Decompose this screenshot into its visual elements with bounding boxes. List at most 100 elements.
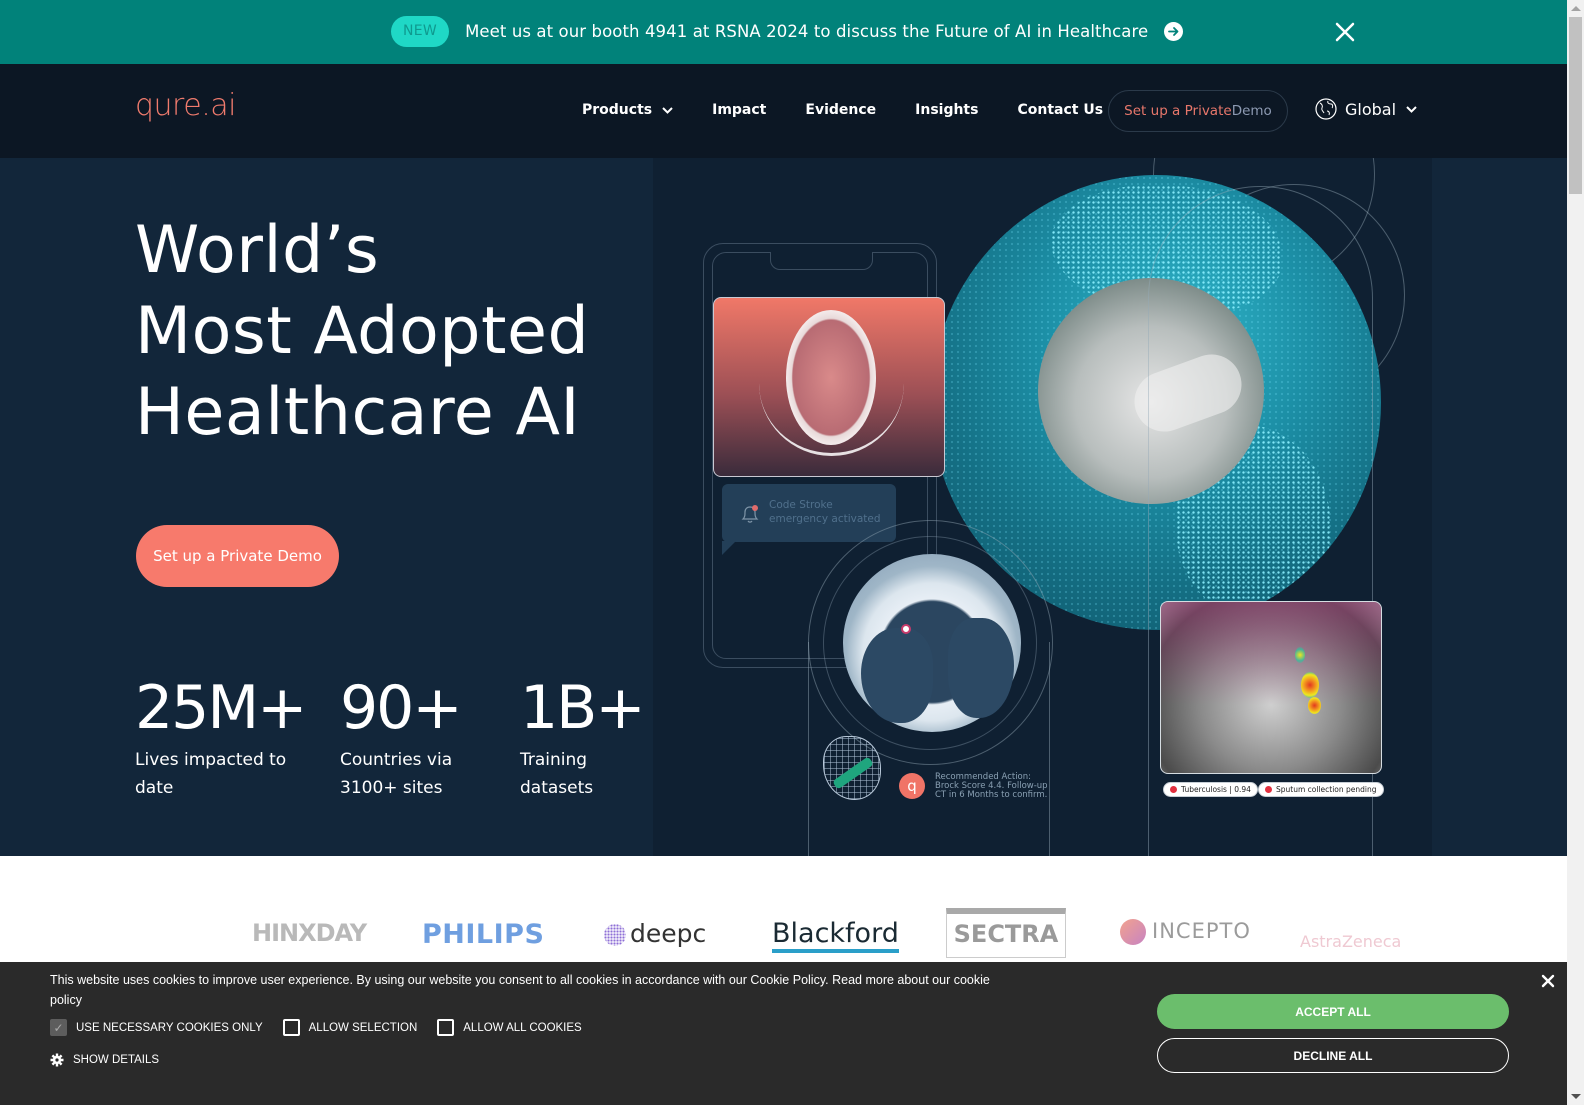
- allow-all-option[interactable]: ALLOW ALL COOKIES: [437, 1019, 582, 1036]
- nav-links: Products Impact Evidence Insights Contac…: [582, 102, 1142, 118]
- necessary-cookies-checkbox[interactable]: ✓: [50, 1019, 67, 1036]
- arrow-right-circle-icon[interactable]: [1164, 22, 1184, 41]
- chest-xray-card: [1160, 601, 1382, 774]
- tb-result-pill: Tuberculosis | 0.94: [1163, 782, 1258, 797]
- nav-link-products[interactable]: Products: [582, 102, 673, 118]
- close-icon: [1335, 22, 1355, 42]
- bell-icon: [741, 505, 759, 523]
- stat-countries: 90+ Countries via 3100+ sites: [340, 676, 540, 802]
- qure-logo[interactable]: qure.ai: [135, 88, 236, 123]
- partner-logo-hinxday: HINXDAY: [252, 919, 367, 947]
- new-badge: NEW: [391, 16, 450, 47]
- region-label: Global: [1345, 99, 1397, 119]
- stat-value: 90+: [340, 673, 463, 743]
- stat-label: Countries via 3100+ sites: [340, 746, 540, 802]
- hero-title-line: Most Adopted: [135, 294, 590, 369]
- nav-link-label: Products: [582, 102, 653, 118]
- close-icon: [1541, 974, 1555, 988]
- partner-logo-blackford: Blackford: [772, 919, 899, 953]
- hero-illustration: Code Stroke emergency activated q Recomm…: [653, 158, 1432, 856]
- status-dot: [1265, 786, 1272, 793]
- gear-icon: [50, 1053, 64, 1067]
- option-label: ALLOW ALL COOKIES: [463, 1021, 582, 1034]
- close-cookie-banner-button[interactable]: [1541, 973, 1555, 988]
- allow-selection-option[interactable]: ALLOW SELECTION: [282, 1019, 418, 1036]
- nav-link-impact[interactable]: Impact: [712, 102, 766, 118]
- frame-line: [808, 642, 809, 856]
- cookie-message: This website uses cookies to improve use…: [50, 973, 990, 1007]
- heatmap-spot: [1295, 647, 1305, 663]
- pill-label: Sputum collection pending: [1276, 785, 1377, 794]
- lung-nodule-marker: [901, 624, 911, 634]
- stat-label-line: Countries via: [340, 750, 453, 770]
- show-details-link[interactable]: SHOW DETAILS: [50, 1053, 159, 1067]
- nav-link-evidence[interactable]: Evidence: [805, 102, 876, 118]
- brain-scan: [786, 310, 876, 445]
- stat-label: Lives impacted to date: [135, 746, 335, 802]
- partner-logo-philips: PHILIPS: [422, 919, 545, 950]
- frame-line: [1049, 642, 1050, 856]
- necessary-cookies-option[interactable]: ✓ USE NECESSARY COOKIES ONLY: [50, 1019, 263, 1036]
- status-dot: [1170, 786, 1177, 793]
- scroll-down-arrow-icon[interactable]: [1571, 1094, 1581, 1099]
- alert-text: Code Stroke emergency activated: [769, 499, 881, 525]
- hero-title: World’s Most Adopted Healthcare AI: [135, 210, 589, 453]
- accept-all-button[interactable]: ACCEPT ALL: [1157, 994, 1509, 1029]
- hero-title-line: Healthcare AI: [135, 375, 581, 450]
- scroll-up-arrow-icon[interactable]: [1571, 6, 1581, 11]
- chevron-down-icon: [1406, 105, 1417, 113]
- partner-logo-text: deepc: [630, 919, 707, 948]
- region-selector[interactable]: Global: [1315, 98, 1417, 120]
- option-label: USE NECESSARY COOKIES ONLY: [76, 1021, 263, 1034]
- decline-all-button[interactable]: DECLINE ALL: [1157, 1038, 1509, 1073]
- cookie-banner: This website uses cookies to improve use…: [0, 962, 1567, 1105]
- heatmap-spot: [1301, 672, 1319, 698]
- announcement-text[interactable]: Meet us at our booth 4941 at RSNA 2024 t…: [465, 22, 1148, 41]
- stat-lives: 25M+ Lives impacted to date: [135, 676, 335, 802]
- phone-notch: [770, 252, 873, 270]
- partner-logo-text: INCEPTO: [1152, 919, 1251, 943]
- chevron-down-icon: [662, 106, 673, 114]
- allow-all-checkbox[interactable]: [437, 1019, 455, 1036]
- brain-ct-card: [713, 297, 945, 477]
- alert-tail: [722, 541, 736, 555]
- allow-selection-checkbox[interactable]: [282, 1019, 300, 1036]
- hero-title-line: World’s: [135, 213, 380, 288]
- main-navigation: qure.ai Products Impact Evidence Insight…: [0, 64, 1567, 158]
- hero-section: World’s Most Adopted Healthcare AI Set u…: [0, 158, 1567, 856]
- nav-private-demo-button[interactable]: Set up a Private Demo: [1108, 90, 1288, 132]
- partner-logos: HINXDAY PHILIPS deepc Blackford SECTRA I…: [0, 856, 1567, 966]
- incepto-mark-icon: [1120, 919, 1146, 945]
- vertical-scrollbar[interactable]: [1567, 0, 1584, 1105]
- partner-logo-sectra: SECTRA: [946, 908, 1066, 958]
- scrollbar-thumb[interactable]: [1569, 17, 1582, 194]
- stat-value: 25M+: [135, 673, 307, 743]
- recommendation-line: CT in 6 Months to confirm.: [935, 790, 1048, 800]
- partner-logo-deepc: deepc: [604, 919, 706, 948]
- announcement-content[interactable]: NEW Meet us at our booth 4941 at RSNA 20…: [391, 16, 1184, 47]
- deepc-mark-icon: [604, 924, 626, 946]
- announcement-bar: NEW Meet us at our booth 4941 at RSNA 20…: [0, 0, 1567, 64]
- nav-link-insights[interactable]: Insights: [915, 102, 978, 118]
- partner-logo-astrazeneca: AstraZeneca: [1300, 932, 1402, 951]
- close-announcement-button[interactable]: [1333, 20, 1357, 44]
- xray-tint: [1161, 602, 1381, 705]
- cookie-options: ✓ USE NECESSARY COOKIES ONLY ALLOW SELEC…: [50, 1019, 602, 1036]
- globe-icon: [1315, 98, 1337, 120]
- stat-label-line: date: [135, 778, 174, 798]
- stat-label-line: Lives impacted to: [135, 750, 287, 770]
- hero-private-demo-button[interactable]: Set up a Private Demo: [136, 525, 339, 587]
- demo-label-part1: Set up a Private: [1124, 103, 1232, 119]
- qure-q-badge: q: [899, 773, 925, 799]
- option-label: ALLOW SELECTION: [308, 1021, 418, 1034]
- stat-label-line: 3100+ sites: [340, 778, 443, 798]
- partner-logo-incepto: INCEPTO: [1120, 919, 1251, 945]
- pill-label: Tuberculosis | 0.94: [1181, 785, 1251, 794]
- lung-left: [861, 628, 933, 723]
- heatmap-spot: [1308, 697, 1321, 714]
- demo-label-part2: Demo: [1231, 103, 1272, 119]
- show-details-label: SHOW DETAILS: [73, 1054, 160, 1066]
- nav-link-contact[interactable]: Contact Us: [1017, 102, 1103, 118]
- sputum-status-pill: Sputum collection pending: [1258, 782, 1384, 797]
- page-viewport: NEW Meet us at our booth 4941 at RSNA 20…: [0, 0, 1567, 1105]
